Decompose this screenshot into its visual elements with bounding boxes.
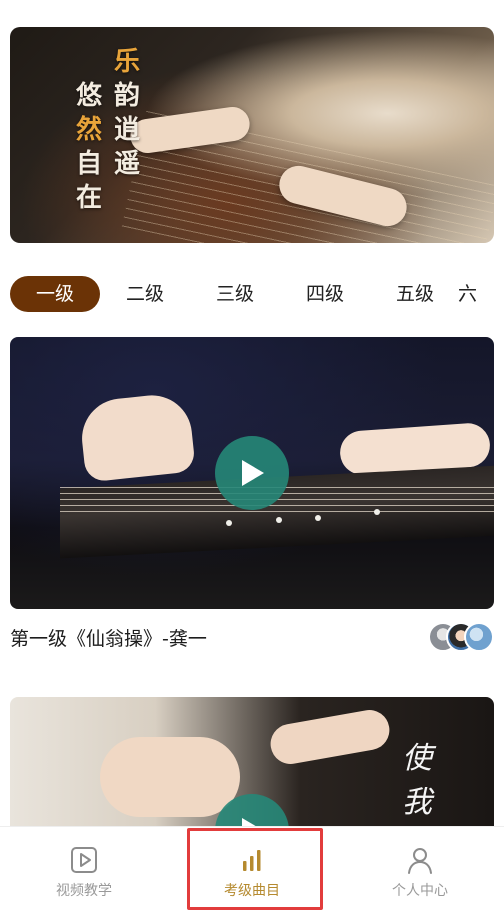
poem-char: 自 — [76, 149, 103, 179]
nav-exam-pieces[interactable]: 考级曲目 — [168, 827, 336, 910]
video-title[interactable]: 第一级《仙翁操》-龚一 — [10, 624, 207, 651]
tab-level-5[interactable]: 五级 — [380, 276, 450, 312]
tab-level-2[interactable]: 二级 — [110, 276, 180, 312]
viewer-avatars — [428, 622, 494, 654]
banner-image[interactable]: 乐 韵 逍 遥 悠 然 自 在 — [10, 27, 494, 243]
poem-char: 悠 — [76, 81, 103, 111]
qin-string — [60, 511, 494, 512]
video-overlay-text: 使我 — [402, 737, 432, 825]
nav-label: 视频教学 — [56, 883, 112, 899]
poem-char: 在 — [76, 183, 103, 213]
banner-poem-column-right: 乐 韵 逍 遥 — [114, 45, 144, 181]
nav-label: 个人中心 — [392, 883, 448, 899]
bar-chart-icon — [243, 850, 261, 871]
poem-char: 乐 — [114, 47, 141, 77]
poem-char: 遥 — [114, 149, 141, 179]
tab-level-3[interactable]: 三级 — [200, 276, 270, 312]
user-icon — [408, 848, 432, 874]
video-hand-right — [267, 706, 393, 768]
tab-level-1[interactable]: 一级 — [10, 276, 100, 312]
nav-label: 考级曲目 — [224, 883, 280, 899]
poem-char: 韵 — [114, 81, 141, 111]
qin-hui-marker — [315, 515, 321, 521]
banner-poem-column-left: 悠 然 自 在 — [76, 79, 106, 215]
tab-level-6[interactable]: 六 — [458, 276, 498, 312]
qin-hui-marker — [226, 520, 232, 526]
nav-video-teaching[interactable]: 视频教学 — [0, 827, 168, 910]
qin-string — [60, 505, 494, 506]
qin-hui-marker — [276, 517, 282, 523]
overlay-text: 使我 — [402, 741, 432, 820]
avatar — [464, 622, 494, 652]
nav-profile[interactable]: 个人中心 — [336, 827, 504, 910]
bottom-nav: 视频教学 考级曲目 个人中心 — [0, 826, 504, 910]
qin-hui-marker — [374, 509, 380, 515]
level-tabs: 一级 二级 三级 四级 五级 六 — [10, 276, 504, 312]
video-hand-left — [78, 391, 196, 483]
play-button[interactable] — [215, 436, 289, 510]
tab-level-4[interactable]: 四级 — [290, 276, 360, 312]
poem-char: 然 — [76, 115, 103, 145]
video-play-icon — [71, 847, 97, 873]
play-icon — [242, 460, 264, 486]
video-hand-left — [100, 737, 240, 817]
poem-char: 逍 — [114, 115, 141, 145]
